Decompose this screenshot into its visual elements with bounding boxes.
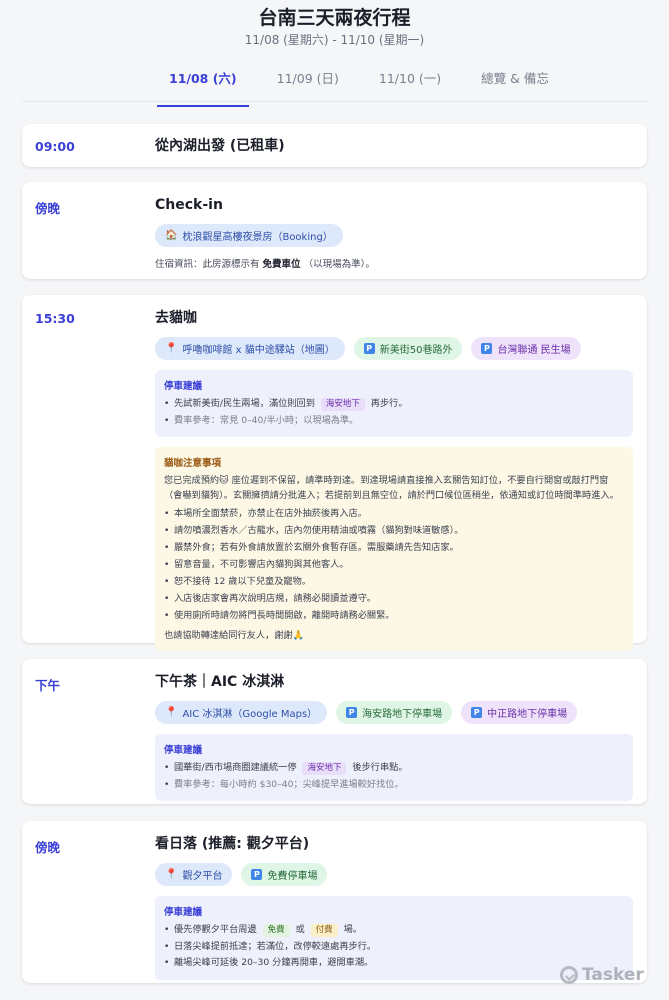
free-tag: 免費	[262, 924, 290, 937]
box-title: 停車建議	[164, 907, 203, 918]
event-card-checkin: 傍晚 Check-in 🏠 枕浪觀星高樓夜景房（Booking） 住宿資訊：此房…	[22, 182, 647, 279]
event-time: 09:00	[35, 139, 75, 154]
list-item: 嚴禁外食；若有外食請放置於玄關外食暫存區。需服藥請先告知店家。	[164, 539, 624, 556]
event-card-afternoon-tea: 下午 下午茶｜AIC 冰淇淋 📍 AIC 冰淇淋（Google Maps） P …	[22, 659, 647, 804]
notice-thanks: 也請協助轉達給同行友人，謝謝🙏	[164, 630, 305, 641]
box-title: 貓咖注意事項	[164, 458, 222, 469]
paid-tag: 付費	[310, 924, 338, 937]
parking-link-free[interactable]: P 免費停車場	[241, 863, 328, 886]
event-title: 去貓咖	[155, 310, 197, 326]
list-item: 先試新美街/民生兩場，滿位則回到 海安地下 再步行。	[164, 396, 624, 413]
list-item: 入店後店家會再次說明店規，請務必閱讀並遵守。	[164, 590, 624, 607]
map-link-sunset-platform[interactable]: 📍 觀夕平台	[155, 863, 233, 886]
tasker-logo: Tasker	[560, 965, 644, 985]
parking-icon: P	[363, 343, 375, 354]
list-item: 使用廁所時請勿將門長時間開啟，離開時請務必關緊。	[164, 607, 624, 624]
list-item: 日落尖峰提前抵達；若滿位，改停較遠處再步行。	[164, 939, 624, 956]
parking-link-xinmei[interactable]: P 新美街50巷路外	[353, 337, 463, 360]
page-subtitle: 11/08 (星期六) - 11/10 (星期一)	[244, 33, 425, 47]
box-title: 停車建議	[164, 381, 203, 392]
box-title: 停車建議	[164, 745, 203, 756]
map-link-aic[interactable]: 📍 AIC 冰淇淋（Google Maps）	[155, 701, 328, 724]
tab-overview[interactable]: 總覽 & 備忘	[469, 62, 561, 101]
parking-icon: P	[481, 343, 493, 354]
list-item: 費率參考：常見 0–40/半小時；以現場為準。	[164, 413, 624, 430]
parking-suggestion-box: 停車建議 國華街/西市場商圈建議統一停 海安地下 後步行串點。 費率參考：每小時…	[155, 734, 633, 801]
lodging-link[interactable]: 🏠 枕浪觀星高樓夜景房（Booking）	[155, 224, 343, 247]
event-title: 從內湖出發 (已租車)	[155, 138, 285, 154]
tab-day2[interactable]: 11/09 (日)	[265, 62, 351, 101]
lodging-note: 住宿資訊：此房源標示有 免費車位 （以現場為準）。	[155, 259, 375, 270]
event-time: 下午	[35, 678, 61, 693]
map-link-cat-cafe[interactable]: 📍 呼嚕咖啡館 x 貓中途驛站（地圖）	[155, 337, 345, 360]
cat-cafe-notice-box: 貓咖注意事項 您已完成預約🐱 座位遲到不保留，請準時到達。到達現場請直接推入玄關…	[155, 447, 633, 651]
page-header: 台南三天兩夜行程 11/08 (星期六) - 11/10 (星期一)	[0, 0, 669, 48]
list-item: 請勿噴濃烈香水／古龍水，店內勿使用精油或噴霧（貓狗對味道敏感）。	[164, 522, 624, 539]
tab-day3[interactable]: 11/10 (一)	[367, 62, 453, 101]
tab-day1[interactable]: 11/08 (六)	[157, 62, 249, 107]
parking-link-minsheng[interactable]: P 台灣聯通 民生場	[471, 337, 581, 360]
parking-tag: 海安地下	[302, 762, 347, 775]
event-card-departure: 09:00 從內湖出發 (已租車)	[22, 124, 647, 167]
parking-tag: 海安地下	[320, 398, 365, 411]
event-card-sunset: 傍晚 看日落 (推薦: 觀夕平台) 📍 觀夕平台 P 免費停車場 停車建議 優先…	[22, 821, 647, 983]
event-time: 15:30	[35, 311, 75, 326]
event-time: 傍晚	[35, 840, 61, 855]
parking-icon: P	[251, 869, 263, 880]
list-item: 國華街/西市場商圈建議統一停 海安地下 後步行串點。	[164, 760, 624, 777]
list-item: 本場所全面禁菸，亦禁止在店外抽菸後再入店。	[164, 505, 624, 522]
event-time: 傍晚	[35, 201, 61, 216]
list-item: 離場尖峰可延後 20–30 分鐘再開車，避開車潮。	[164, 955, 624, 972]
pin-icon: 📍	[165, 707, 178, 718]
list-item: 留意音量，不可影響店內貓狗與其他客人。	[164, 556, 624, 573]
event-title: 看日落 (推薦: 觀夕平台)	[155, 836, 310, 852]
event-title: 下午茶｜AIC 冰淇淋	[155, 674, 285, 690]
parking-link-haian[interactable]: P 海安路地下停車場	[336, 701, 453, 724]
tasker-logo-icon	[560, 966, 578, 984]
house-icon: 🏠	[165, 230, 178, 241]
day-tabs: 11/08 (六) 11/09 (日) 11/10 (一) 總覽 & 備忘	[22, 62, 647, 107]
parking-link-zhongzheng[interactable]: P 中正路地下停車場	[461, 701, 578, 724]
list-item: 費率參考：每小時約 $30–40；尖峰提早進場較好找位。	[164, 777, 624, 794]
list-item: 恕不接待 12 歲以下兒童及寵物。	[164, 573, 624, 590]
event-title: Check-in	[155, 197, 223, 213]
parking-suggestion-box: 停車建議 先試新美街/民生兩場，滿位則回到 海安地下 再步行。 費率參考：常見 …	[155, 370, 633, 437]
pin-icon: 📍	[165, 343, 178, 354]
page-title: 台南三天兩夜行程	[258, 7, 411, 29]
parking-icon: P	[346, 707, 358, 718]
notice-paragraph: 您已完成預約🐱 座位遲到不保留，請準時到達。到達現場請直接推入玄關告知訂位，不要…	[164, 475, 619, 501]
list-item: 優先停觀夕平台周邊 免費 或 付費 場。	[164, 922, 624, 939]
pin-icon: 📍	[165, 869, 178, 880]
event-card-cat-cafe: 15:30 去貓咖 📍 呼嚕咖啡館 x 貓中途驛站（地圖） P 新美街50巷路外…	[22, 295, 647, 651]
parking-icon: P	[471, 707, 483, 718]
